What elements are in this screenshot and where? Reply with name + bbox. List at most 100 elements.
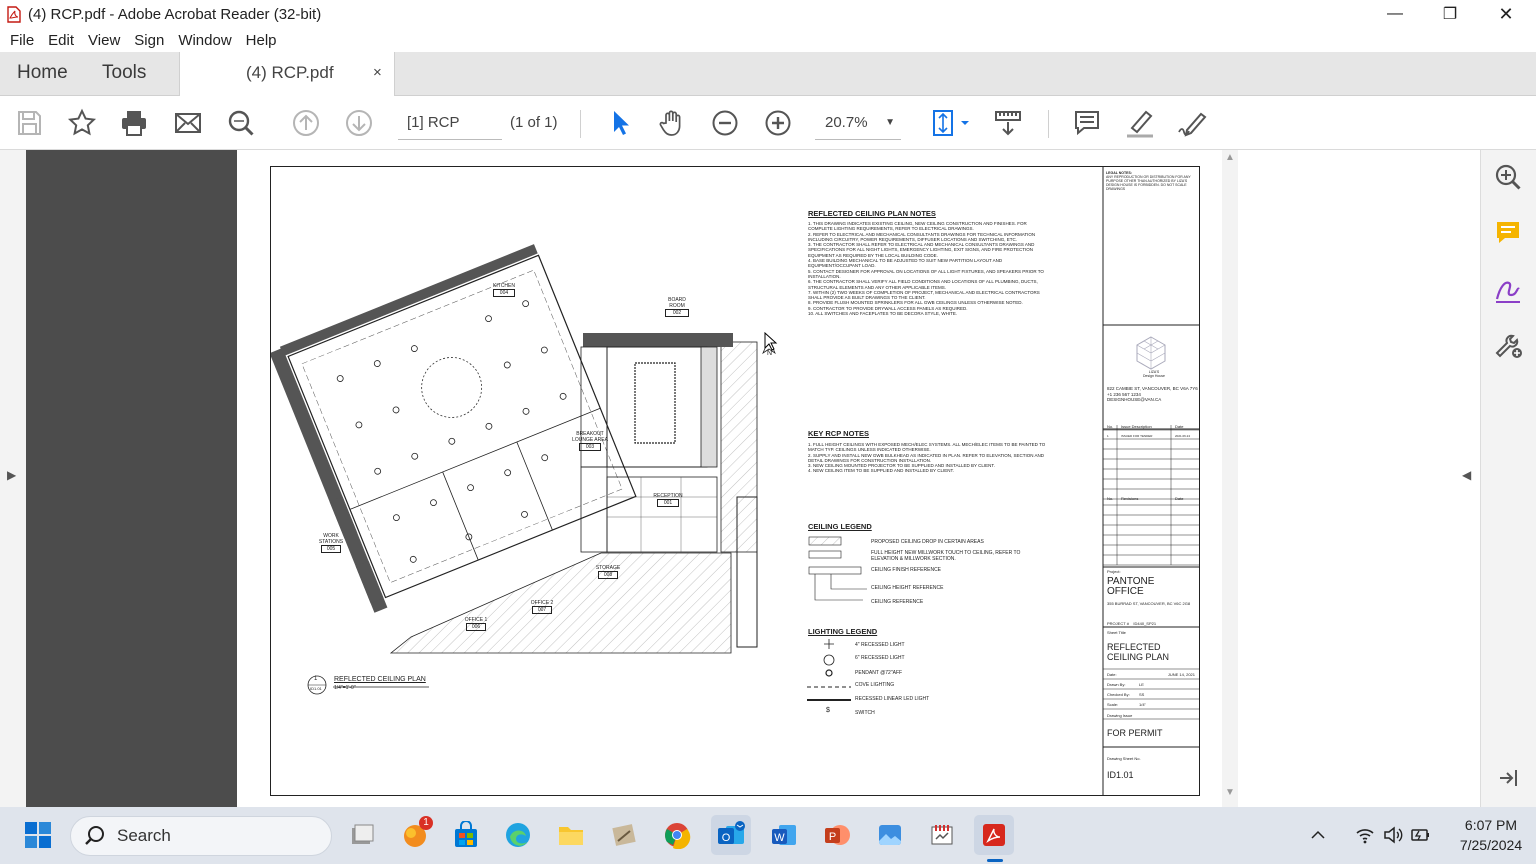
ceiling-legend-item: CEILING REFERENCE (871, 599, 924, 605)
sheet-date: Date: JUNE 14, 2021 (1107, 672, 1195, 677)
mouse-cursor (764, 331, 778, 357)
left-panel-toggle[interactable]: ▶ (0, 150, 26, 807)
acrobat-reader-taskbar-icon[interactable] (974, 815, 1014, 855)
zoom-level-dropdown[interactable]: 20.7% ▼ (815, 106, 901, 140)
word-icon[interactable]: W (764, 815, 804, 855)
collapse-pane-icon[interactable] (1484, 758, 1532, 798)
print-icon[interactable] (117, 106, 151, 140)
firm-logo (1136, 336, 1166, 370)
legal-notes: LEGAL NOTES: ANY REPRODUCTION OR DISTRIB… (1106, 171, 1191, 191)
room-label-office-1: OFFICE 1 006 (464, 617, 488, 631)
snip-sketch-icon[interactable] (922, 815, 962, 855)
outlook-icon[interactable]: O (711, 815, 751, 855)
acrobat-pdf-icon (6, 5, 22, 23)
key-notes-list: 1. FULL HEIGHT CEILINGS WITH EXPOSED MEC… (808, 442, 1046, 474)
issue-table-header: No. Issue Description Date (1107, 424, 1184, 429)
highlight-pen-icon[interactable] (1123, 106, 1157, 140)
drawn-by: Drawn By: LE (1107, 682, 1144, 687)
fill-sign-icon[interactable] (1484, 270, 1532, 310)
sign-pen-icon[interactable] (1175, 106, 1209, 140)
document-tab-label: (4) RCP.pdf (246, 63, 334, 82)
project-address: 355 BURRAD ST, VANCOUVER, BC V6C 2G8 (1107, 601, 1191, 606)
page-number-field[interactable]: [1] RCP PLAN (398, 106, 502, 165)
toolbar: [1] RCP PLAN (1 of 1) 20.7% ▼ (0, 96, 1536, 165)
task-view-icon[interactable] (342, 815, 382, 855)
menu-edit[interactable]: Edit (42, 32, 80, 49)
drawing-issue-label: Drawing Issue (1107, 713, 1133, 718)
sheet-title: REFLECTED CEILING PLAN (1107, 642, 1170, 662)
drawing-sheet: N KITCHEN 004 BOARD ROOM 002 BREAKOUT LOUN… (270, 166, 1200, 796)
widgets-icon[interactable]: 1 (395, 815, 435, 855)
windows-start-icon[interactable] (18, 815, 58, 855)
select-cursor-icon[interactable] (603, 106, 637, 140)
edge-browser-icon[interactable] (498, 815, 538, 855)
more-tools-icon[interactable] (1484, 324, 1532, 364)
system-clock[interactable]: 6:07 PM 7/25/2024 (1448, 815, 1534, 855)
menu-bar: File Edit View Sign Window Help (0, 28, 1536, 52)
save-icon[interactable] (12, 106, 46, 140)
notification-badge: 1 (419, 816, 433, 830)
zoom-out-icon[interactable] (708, 106, 742, 140)
lighting-legend-item: PENDANT @72"AFF (855, 670, 903, 676)
scroll-down-icon[interactable]: ▼ (1225, 787, 1235, 798)
snipping-tool-icon[interactable] (604, 815, 644, 855)
powerpoint-icon[interactable]: P (817, 815, 857, 855)
ceiling-legend-title: CEILING LEGEND (808, 522, 872, 531)
tab-tools[interactable]: Tools (102, 52, 146, 96)
photos-app-icon[interactable] (870, 815, 910, 855)
previous-page-icon[interactable] (289, 106, 323, 140)
toolbar-divider (580, 110, 581, 138)
room-label-kitchen: KITCHEN 004 (493, 283, 515, 297)
file-explorer-icon[interactable] (551, 815, 591, 855)
tab-bar: Home Tools (4) RCP.pdf × (0, 52, 1536, 97)
chrome-icon[interactable] (657, 815, 697, 855)
volume-icon[interactable] (1380, 815, 1406, 855)
rcp-note: 6. THE CONTRACTOR SHALL VERIFY ALL FIELD… (808, 279, 1038, 290)
next-page-icon[interactable] (342, 106, 376, 140)
battery-icon[interactable] (1408, 815, 1434, 855)
menu-file[interactable]: File (4, 32, 40, 49)
close-tab-button[interactable]: × (373, 52, 382, 94)
taskbar-search[interactable]: Search (70, 816, 332, 856)
hand-tool-icon[interactable] (655, 106, 689, 140)
tab-document[interactable]: (4) RCP.pdf × (179, 52, 395, 97)
menu-sign[interactable]: Sign (128, 32, 170, 49)
project-label: Project: (1107, 569, 1121, 574)
ceiling-legend-item: FULL HEIGHT NEW MILLWORK TOUCH TO CEILIN… (871, 550, 1021, 562)
plan-number: 1 (314, 676, 318, 682)
menu-window[interactable]: Window (172, 32, 237, 49)
find-search-icon[interactable] (224, 106, 258, 140)
microsoft-store-icon[interactable] (446, 815, 486, 855)
project-name: PANTONE OFFICE (1107, 576, 1155, 597)
room-label-board-room: BOARD ROOM 002 (665, 297, 689, 317)
comment-tool-icon[interactable] (1484, 213, 1532, 253)
rcp-notes-list: 1. THIS DRAWING INDICATES EXISTING CEILI… (808, 221, 1046, 316)
minimize-button[interactable]: — (1367, 0, 1423, 28)
right-gutter: ◀ (1238, 150, 1480, 807)
key-note: 1. FULL HEIGHT CEILINGS WITH EXPOSED MEC… (808, 442, 1046, 453)
show-hidden-icons[interactable] (1306, 815, 1330, 855)
tab-home[interactable]: Home (17, 52, 68, 96)
menu-view[interactable]: View (82, 32, 126, 49)
ceiling-legend-item: PROPOSED CEILING DROP IN CERTAIN AREAS (871, 539, 984, 545)
wifi-icon[interactable] (1352, 815, 1378, 855)
page-fit-icon[interactable] (928, 106, 972, 140)
lighting-legend-item: 6" RECESSED LIGHT (855, 655, 905, 661)
lighting-legend-item: COVE LIGHTING (855, 682, 895, 688)
zoom-icon[interactable] (1484, 157, 1532, 197)
vertical-scrollbar[interactable]: ▲ ▼ (1222, 150, 1238, 807)
email-icon[interactable] (171, 106, 205, 140)
comment-icon[interactable] (1070, 106, 1104, 140)
rcp-note: 3. THE CONTRACTOR SHALL REFER TO ELECTRI… (808, 242, 1035, 258)
plan-label: REFLECTED CEILING PLAN (334, 676, 426, 683)
scrolling-mode-icon[interactable] (991, 106, 1025, 140)
plan-scale: 1/4"=1'-0" (334, 685, 356, 691)
zoom-in-icon[interactable] (761, 106, 795, 140)
close-window-button[interactable]: ✕ (1478, 0, 1534, 28)
collapse-right-pane-icon[interactable]: ◀ (1462, 468, 1471, 482)
expand-left-icon: ▶ (7, 468, 17, 482)
menu-help[interactable]: Help (240, 32, 283, 49)
bookmark-star-icon[interactable] (65, 106, 99, 140)
scroll-up-icon[interactable]: ▲ (1225, 152, 1235, 163)
maximize-button[interactable]: ❐ (1422, 0, 1478, 28)
